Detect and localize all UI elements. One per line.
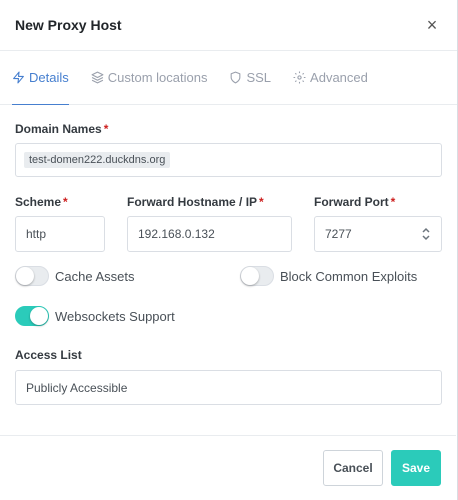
tab-advanced[interactable]: Advanced xyxy=(293,51,368,104)
tab-custom-locations-label: Custom locations xyxy=(107,70,208,85)
cache-assets-label: Cache Assets xyxy=(55,268,135,284)
tab-custom-locations[interactable]: Custom locations xyxy=(91,51,208,104)
cache-assets-switch[interactable] xyxy=(15,266,49,286)
forward-port-input[interactable]: 7277 xyxy=(314,216,442,252)
layers-icon xyxy=(91,71,104,84)
scheme-label: Scheme * xyxy=(15,195,68,209)
bolt-icon xyxy=(13,71,24,84)
modal-footer: Cancel Save xyxy=(0,435,456,500)
shield-icon xyxy=(231,71,241,84)
domain-names-label: Domain Names * xyxy=(15,122,109,136)
modal-title: New Proxy Host xyxy=(15,17,122,33)
block-exploits-label: Block Common Exploits xyxy=(280,268,418,284)
tab-advanced-label: Advanced xyxy=(310,70,368,85)
new-proxy-host-modal: New Proxy Host × Details Custom location… xyxy=(0,0,458,500)
save-button[interactable]: Save xyxy=(391,450,441,486)
tab-details[interactable]: Details xyxy=(12,51,69,105)
gear-icon xyxy=(293,71,306,84)
block-exploits-switch[interactable] xyxy=(240,266,274,286)
spinner-arrows-icon xyxy=(422,227,430,241)
cache-assets-toggle[interactable]: Cache Assets xyxy=(15,266,240,286)
websockets-toggle[interactable]: Websockets Support xyxy=(15,306,175,326)
close-icon: × xyxy=(426,14,438,35)
close-button[interactable]: × xyxy=(422,15,442,35)
websockets-label: Websockets Support xyxy=(55,308,175,324)
forward-hostname-label: Forward Hostname / IP * xyxy=(127,195,264,209)
tab-ssl[interactable]: SSL xyxy=(229,51,271,104)
modal-header: New Proxy Host × xyxy=(0,0,457,51)
domain-names-input[interactable]: test-domen222.duckdns.org xyxy=(15,143,442,177)
tab-bar: Details Custom locations SSL Advanced xyxy=(0,51,457,105)
access-list-select[interactable]: Publicly Accessible xyxy=(15,370,442,405)
cancel-button[interactable]: Cancel xyxy=(323,450,383,486)
modal-body: Domain Names * test-domen222.duckdns.org … xyxy=(0,122,457,405)
websockets-switch[interactable] xyxy=(15,306,49,326)
forward-hostname-input[interactable]: 192.168.0.132 xyxy=(127,216,292,252)
number-spinner[interactable] xyxy=(421,227,431,241)
forward-port-label: Forward Port * xyxy=(314,195,396,209)
access-list-label: Access List xyxy=(15,348,82,362)
tab-details-label: Details xyxy=(29,70,69,85)
domain-tag[interactable]: test-domen222.duckdns.org xyxy=(24,152,171,168)
tab-ssl-label: SSL xyxy=(246,70,272,85)
block-exploits-toggle[interactable]: Block Common Exploits xyxy=(240,266,417,286)
scheme-input[interactable]: http xyxy=(15,216,105,252)
